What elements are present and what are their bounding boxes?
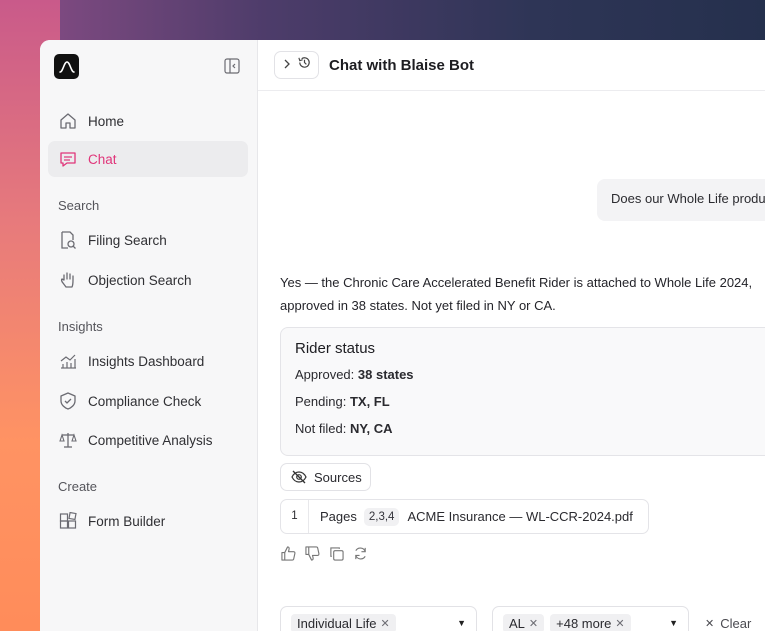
pending-row: Pending: TX, FL [295, 392, 765, 419]
source-pages-badge: 2,3,4 [363, 507, 400, 526]
sidebar-item-label: Home [88, 113, 125, 129]
app-logo[interactable] [54, 54, 79, 79]
sidebar-item-insights-dashboard[interactable]: Insights Dashboard [48, 343, 248, 379]
chip-remove-icon[interactable]: ✕ [381, 617, 390, 630]
not-filed-label: Not filed: [295, 421, 347, 436]
filter-chip: +48 more ✕ [550, 613, 631, 631]
chip-label: +48 more [556, 615, 612, 631]
sources-label: Sources [314, 469, 362, 485]
blocks-icon [58, 511, 78, 531]
sidebar-item-competitive-analysis[interactable]: Competitive Analysis [48, 422, 248, 458]
user-message: Does our Whole Life produ [597, 179, 765, 221]
approved-row: Approved: 38 states [295, 365, 765, 392]
section-label-search: Search [58, 198, 100, 213]
history-nav[interactable] [274, 51, 319, 79]
bot-message-line: Yes — the Chronic Care Accelerated Benef… [280, 275, 753, 290]
home-icon [58, 111, 78, 131]
filter-chip: AL ✕ [503, 613, 545, 631]
not-filed-row: Not filed: NY, CA [295, 419, 765, 446]
sources-toggle-button[interactable]: Sources [280, 463, 371, 491]
chat-header: Chat with Blaise Bot [258, 40, 765, 91]
sidebar-item-compliance-check[interactable]: Compliance Check [48, 383, 248, 419]
source-pages-label: Pages [320, 509, 357, 524]
app-window: Home Chat Search Filing Search Objection… [40, 40, 765, 631]
sidebar-item-label: Objection Search [88, 272, 192, 288]
sidebar-item-home[interactable]: Home [48, 103, 248, 139]
sidebar-item-label: Insights Dashboard [88, 353, 205, 369]
sidebar: Home Chat Search Filing Search Objection… [40, 40, 258, 631]
page-title: Chat with Blaise Bot [329, 56, 475, 74]
sidebar-item-objection-search[interactable]: Objection Search [48, 262, 248, 298]
chip-remove-icon[interactable]: ✕ [615, 617, 624, 630]
sidebar-item-label: Form Builder [88, 513, 166, 529]
sidebar-collapse-icon[interactable] [223, 57, 240, 74]
product-filter-select[interactable]: Individual Life ✕ ▼ [280, 606, 477, 631]
eye-off-icon [291, 470, 307, 484]
pending-label: Pending: [295, 394, 347, 409]
chip-label: Individual Life [297, 615, 377, 631]
file-search-icon [58, 230, 78, 250]
close-icon: ✕ [705, 618, 715, 630]
chat-icon [58, 149, 78, 169]
dropdown-arrow-icon[interactable]: ▼ [457, 618, 466, 628]
chat-main: Chat with Blaise Bot Does our Whole Life… [258, 40, 765, 631]
chip-label: AL [509, 615, 525, 631]
chip-remove-icon[interactable]: ✕ [529, 617, 538, 630]
clear-filters-button[interactable]: ✕ Clear [705, 616, 751, 631]
thumbs-down-icon[interactable] [304, 545, 320, 561]
sidebar-item-chat[interactable]: Chat [48, 141, 248, 177]
pending-value: TX, FL [349, 394, 390, 409]
approved-value: 38 states [357, 367, 414, 382]
refresh-icon[interactable] [352, 545, 368, 561]
sidebar-item-label: Competitive Analysis [88, 432, 213, 448]
card-title: Rider status [295, 340, 376, 357]
source-number: 1 [281, 500, 309, 533]
bot-message-line: approved in 38 states. Not yet filed in … [280, 298, 556, 313]
background-top [0, 0, 765, 42]
chart-icon [58, 351, 78, 371]
bot-message: Yes — the Chronic Care Accelerated Benef… [280, 271, 760, 317]
copy-icon[interactable] [328, 545, 344, 561]
sidebar-item-label: Compliance Check [88, 393, 202, 409]
state-filter-select[interactable]: AL ✕ +48 more ✕ ▼ [492, 606, 689, 631]
dropdown-arrow-icon[interactable]: ▼ [669, 618, 678, 628]
clear-label: Clear [720, 616, 752, 631]
sidebar-item-filing-search[interactable]: Filing Search [48, 222, 248, 258]
rider-status-card: Rider status Approved: 38 states Pending… [280, 327, 765, 456]
sidebar-item-label: Chat [88, 151, 117, 167]
not-filed-value: NY, CA [349, 421, 393, 436]
filter-chip: Individual Life ✕ [291, 613, 396, 631]
section-label-create: Create [58, 479, 98, 494]
source-file-name[interactable]: ACME Insurance — WL-CCR-2024.pdf [407, 509, 632, 524]
scale-icon [58, 430, 78, 450]
approved-label: Approved: [295, 367, 355, 382]
shield-icon [58, 391, 78, 411]
message-actions [280, 545, 368, 561]
section-label-insights: Insights [58, 319, 103, 334]
sidebar-item-form-builder[interactable]: Form Builder [48, 503, 248, 539]
thumbs-up-icon[interactable] [280, 545, 296, 561]
source-item[interactable]: 1 Pages 2,3,4 ACME Insurance — WL-CCR-20… [280, 499, 649, 534]
history-icon[interactable] [297, 55, 312, 75]
hand-icon [58, 270, 78, 290]
chevron-right-icon[interactable] [282, 56, 292, 74]
sidebar-item-label: Filing Search [88, 232, 167, 248]
